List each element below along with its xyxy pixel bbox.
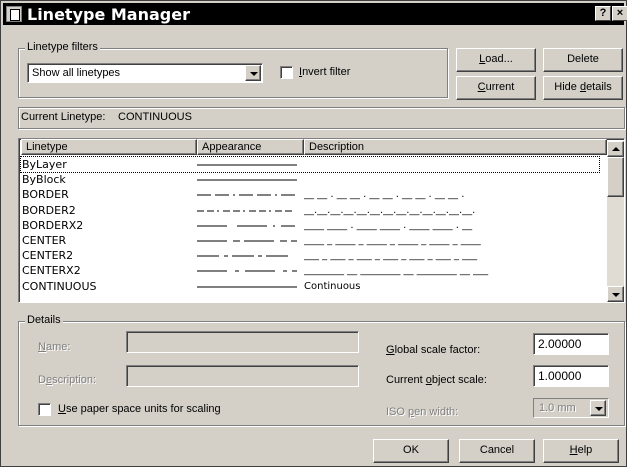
ok-button[interactable]: OK <box>373 439 449 463</box>
linetype-manager-dialog: Linetype Manager ? × Linetype filters Sh… <box>0 0 627 467</box>
description-field[interactable] <box>126 365 359 387</box>
object-scale-value: 1.00000 <box>538 369 582 383</box>
scroll-up-icon[interactable] <box>607 141 624 157</box>
linetype-description <box>304 157 594 172</box>
linetype-name: CONTINUOUS <box>22 279 97 293</box>
table-row[interactable]: BORDER __ __ . __ __ . __ __ . __ __ . __… <box>21 187 599 202</box>
linetype-appearance <box>197 194 295 196</box>
chevron-down-icon[interactable] <box>590 400 606 416</box>
table-row[interactable]: BORDERX2 ____ ____ . ____ ____ . ____ ___… <box>21 218 599 233</box>
help-button[interactable]: Help <box>543 439 619 463</box>
linetype-name: CENTER2 <box>22 249 74 263</box>
linetype-filter-value: Show all linetypes <box>32 67 121 79</box>
invert-filter-label[interactable]: Invert filter <box>299 66 350 78</box>
help-title-button[interactable]: ? <box>595 6 611 21</box>
linetype-name: ByBlock <box>22 173 66 187</box>
linetype-name: BORDER2 <box>22 203 76 217</box>
linetype-description: Continuous <box>304 280 361 292</box>
description-label: Description: <box>38 374 97 386</box>
linetype-filters-label: Linetype filters <box>25 41 100 53</box>
paper-space-label[interactable]: Use paper space units for scaling <box>58 403 221 415</box>
app-icon <box>6 6 22 22</box>
table-row[interactable]: ByBlock <box>21 172 599 187</box>
table-row[interactable]: CONTINUOUS Continuous <box>21 279 599 294</box>
linetype-appearance <box>197 164 297 166</box>
linetype-name: CENTER <box>22 234 67 247</box>
window-title: Linetype Manager <box>27 5 190 24</box>
table-row[interactable]: CENTER2 ___ _ ___ _ ___ _ ___ _ ___ _ ___… <box>21 248 599 263</box>
linetype-appearance <box>197 255 288 257</box>
linetype-name: BORDER <box>22 188 69 202</box>
linetype-description: __.__.__.__.__.__.__.__.__.__.__.__.__. <box>304 204 476 216</box>
chevron-down-icon[interactable] <box>245 65 261 81</box>
table-row[interactable]: CENTERX2 ________ __ ________ __ ________… <box>21 263 599 278</box>
linetype-description: ____ ____ . ____ ____ . ____ ____ . __ <box>304 219 473 231</box>
linetype-filter-combo[interactable]: Show all linetypes <box>27 63 263 83</box>
linetype-appearance <box>197 240 297 242</box>
global-scale-input[interactable]: 2.00000 <box>533 333 609 355</box>
linetype-description: ________ __ ________ __ ________ __ ___ <box>304 265 489 277</box>
current-linetype-panel <box>18 107 625 129</box>
delete-button[interactable]: Delete <box>543 48 623 72</box>
linetype-appearance <box>197 286 297 288</box>
scroll-thumb[interactable] <box>607 157 624 197</box>
table-row[interactable]: ByLayer <box>20 156 600 173</box>
linetype-name: CENTERX2 <box>22 264 81 278</box>
scroll-down-icon[interactable] <box>607 286 624 302</box>
linetype-list[interactable]: Linetype Appearance Description ByLayer B… <box>18 138 625 303</box>
current-linetype-label: Current Linetype: <box>21 111 106 123</box>
paper-space-checkbox[interactable] <box>38 403 51 416</box>
table-row[interactable]: BORDER2 __.__.__.__.__.__.__.__.__.__.__.… <box>21 203 599 218</box>
column-header-linetype[interactable]: Linetype <box>21 139 197 155</box>
linetype-description: ___ _ ___ _ ___ _ ___ _ ___ _ ___ _ ___ <box>304 250 478 262</box>
hide-details-button[interactable]: Hide details <box>543 76 623 100</box>
column-header-appearance[interactable]: Appearance <box>197 139 304 155</box>
cancel-button[interactable]: Cancel <box>459 439 535 463</box>
vertical-scrollbar[interactable] <box>607 141 624 302</box>
name-field[interactable] <box>126 331 359 353</box>
current-linetype-value: CONTINUOUS <box>118 111 192 123</box>
object-scale-input[interactable]: 1.00000 <box>533 365 609 387</box>
linetype-name: BORDERX2 <box>22 218 84 232</box>
invert-filter-checkbox[interactable] <box>280 66 293 79</box>
load-button[interactable]: Load... <box>456 48 536 72</box>
global-scale-value: 2.00000 <box>538 337 582 351</box>
linetype-description <box>304 172 594 187</box>
close-button[interactable]: × <box>612 6 627 21</box>
details-label: Details <box>25 314 63 326</box>
global-scale-label: Global scale factor: <box>386 344 481 356</box>
iso-pen-label: ISO pen width: <box>386 406 459 418</box>
linetype-appearance <box>197 179 297 181</box>
name-label: Name: <box>38 341 71 353</box>
object-scale-label: Current object scale: <box>386 374 487 386</box>
linetype-description: __ __ . __ __ . __ __ . __ __ . __ __ . <box>304 189 465 201</box>
linetype-description: ____ _ ____ _ ____ _ ____ _ ____ _ ____ <box>304 235 481 246</box>
linetype-appearance <box>197 210 292 212</box>
iso-pen-combo[interactable]: 1.0 mm <box>533 398 609 418</box>
linetype-name: ByLayer <box>22 158 67 171</box>
linetype-appearance <box>197 270 297 272</box>
column-header-description[interactable]: Description <box>304 139 607 155</box>
linetype-appearance <box>197 225 295 227</box>
table-row[interactable]: CENTER ____ _ ____ _ ____ _ ____ _ ____ _… <box>21 233 599 248</box>
current-button[interactable]: Current <box>456 76 536 100</box>
title-bar[interactable]: Linetype Manager ? × <box>3 3 627 25</box>
iso-pen-value: 1.0 mm <box>539 402 576 414</box>
